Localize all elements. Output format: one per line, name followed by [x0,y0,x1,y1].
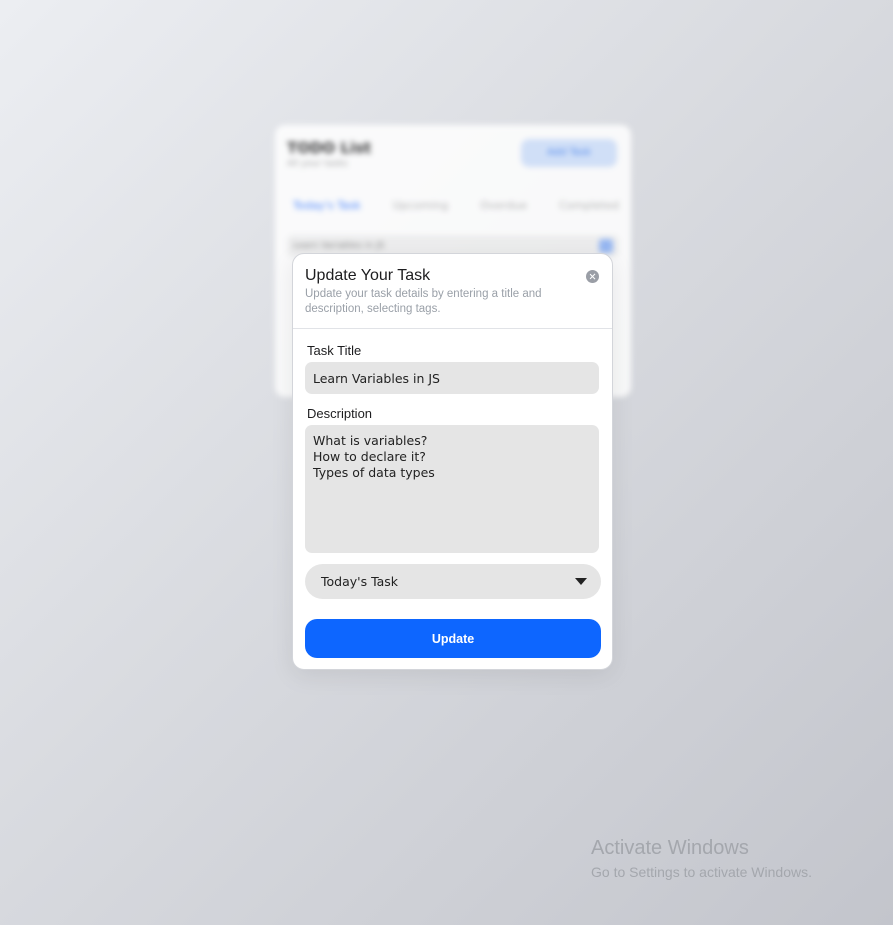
close-icon[interactable] [586,270,599,283]
tag-select[interactable]: Today's Task [305,564,601,599]
background-app-title: TODO List [287,139,372,157]
background-task-row-label: Learn Variables in JS [293,241,385,251]
divider [293,328,612,329]
description-textarea[interactable]: What is variables? How to declare it? Ty… [305,425,599,553]
modal-description: Update your task details by entering a t… [305,288,542,315]
background-tab: Upcoming [392,199,449,212]
task-title-input[interactable] [305,362,599,394]
chevron-down-icon[interactable] [575,578,587,585]
update-button[interactable]: Update [305,619,601,658]
background-tabs: Today's Task Upcoming Overdue Completed [293,199,619,212]
background-tab: Today's Task [293,199,361,212]
activate-windows-watermark: Activate Windows Go to Settings to activ… [591,837,812,880]
update-task-modal: Update Your Task Update your task detail… [292,253,613,670]
description-label: Description [307,406,373,421]
background-tab: Overdue [480,199,528,212]
tag-select-value: Today's Task [321,574,399,589]
checkbox-icon [599,239,613,253]
background-tab: Completed [558,199,619,212]
watermark-title: Activate Windows [591,837,749,859]
task-title-label: Task Title [307,343,362,358]
watermark-subtitle: Go to Settings to activate Windows. [591,864,812,880]
background-app-subtitle: All your tasks [287,159,348,169]
modal-title: Update Your Task [305,267,431,284]
background-add-task-button: Add Task [521,139,617,167]
